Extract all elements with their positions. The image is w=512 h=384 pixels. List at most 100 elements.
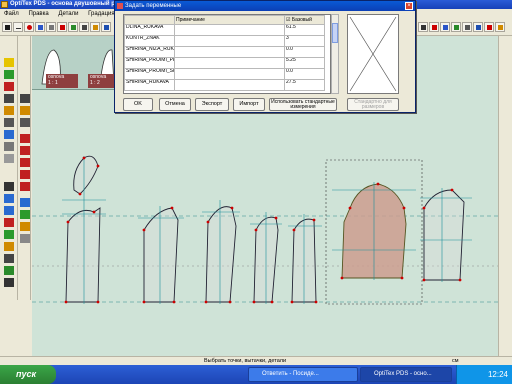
task-optitex[interactable]: OptiTex PDS - осно... bbox=[360, 367, 452, 382]
pattern-piece-7 bbox=[423, 189, 465, 281]
use-standard-button[interactable]: Использовать стандартные измерения bbox=[269, 98, 337, 111]
canvas-top-area bbox=[416, 36, 498, 90]
menu-file[interactable]: Файл bbox=[0, 9, 23, 19]
grain-icon[interactable] bbox=[4, 266, 14, 275]
split-icon[interactable] bbox=[4, 154, 14, 163]
header-name bbox=[124, 15, 175, 25]
mirror-v-icon[interactable] bbox=[20, 182, 30, 191]
menu-pieces[interactable]: Детали bbox=[54, 9, 82, 19]
row-value[interactable]: 3 bbox=[284, 35, 325, 47]
notch-2-icon[interactable] bbox=[20, 118, 30, 127]
zoom-tool-icon[interactable] bbox=[101, 22, 111, 32]
mirror-h-icon[interactable] bbox=[20, 170, 30, 179]
row-name[interactable]: KONTR_ZNAK bbox=[124, 35, 175, 47]
print-icon[interactable] bbox=[462, 22, 472, 32]
row-value[interactable]: 0.0 bbox=[284, 46, 325, 58]
row-note[interactable] bbox=[174, 79, 285, 91]
row-note[interactable] bbox=[174, 35, 285, 47]
close-icon[interactable]: × bbox=[405, 2, 413, 10]
select-arrow-icon[interactable] bbox=[4, 182, 14, 191]
row-note[interactable] bbox=[174, 46, 285, 58]
lock-icon[interactable] bbox=[20, 234, 30, 243]
pan-tool-icon[interactable] bbox=[429, 22, 439, 32]
row-value[interactable]: 5.25 bbox=[284, 57, 325, 69]
row-value[interactable]: 61.5 bbox=[284, 24, 325, 36]
swap-icon[interactable] bbox=[20, 222, 30, 231]
start-button[interactable]: пуск bbox=[0, 365, 56, 384]
layers-icon[interactable] bbox=[451, 22, 461, 32]
point-tool-icon[interactable] bbox=[24, 22, 34, 32]
app-icon bbox=[1, 1, 8, 8]
arc-icon[interactable] bbox=[20, 106, 30, 115]
header-base[interactable]: ☑ Базовый bbox=[284, 15, 325, 25]
seam-icon[interactable] bbox=[4, 94, 14, 103]
cancel-button[interactable]: Отмена bbox=[159, 98, 191, 111]
row-name[interactable]: SHIRINA_RUKAVA bbox=[124, 79, 175, 91]
vertical-icon[interactable] bbox=[20, 134, 30, 143]
row-note[interactable] bbox=[174, 57, 285, 69]
curve-icon[interactable] bbox=[20, 94, 30, 103]
blue-tool-icon[interactable] bbox=[4, 194, 14, 203]
scrollbar-thumb[interactable] bbox=[332, 23, 338, 43]
line-tool-icon[interactable] bbox=[13, 22, 23, 32]
row-value[interactable]: 0.0 bbox=[284, 68, 325, 80]
fold-icon[interactable] bbox=[4, 130, 14, 139]
standard-sizes-button[interactable]: Стандартно для размеров bbox=[347, 98, 399, 111]
row-name[interactable]: DLINA_RUKAVA bbox=[124, 24, 175, 36]
diagonal-icon[interactable] bbox=[20, 158, 30, 167]
canvas-svg bbox=[32, 155, 498, 305]
row-name[interactable]: SHIRINA_PROIMI_PEREDA bbox=[124, 57, 175, 69]
ok-button[interactable]: OK bbox=[123, 98, 153, 111]
grid-icon[interactable] bbox=[20, 198, 30, 207]
row-name[interactable]: SHIRINA_NIZA_RUKAVA bbox=[124, 46, 175, 58]
measure-tool-icon[interactable] bbox=[57, 22, 67, 32]
draw-tool-icon[interactable] bbox=[2, 22, 12, 32]
thumbnail-1-label[interactable]: osnova 1 : 1 bbox=[46, 74, 78, 88]
left-toolbox-2 bbox=[18, 36, 31, 300]
nest-icon[interactable] bbox=[20, 210, 30, 219]
copy-icon[interactable] bbox=[4, 206, 14, 215]
add-point-icon[interactable] bbox=[4, 230, 14, 239]
fit-view-icon[interactable] bbox=[418, 22, 428, 32]
import-button[interactable]: Импорт bbox=[233, 98, 265, 111]
row-note[interactable] bbox=[174, 24, 285, 36]
header-note: Примечание bbox=[174, 15, 285, 25]
trace-icon[interactable] bbox=[4, 142, 14, 151]
dialog-title: Задать переменные bbox=[125, 3, 182, 9]
cut-piece-icon[interactable] bbox=[4, 82, 14, 91]
shape-icon[interactable] bbox=[4, 70, 14, 79]
cut-icon[interactable] bbox=[484, 22, 494, 32]
right-scrollbar[interactable] bbox=[498, 36, 512, 356]
question-icon[interactable] bbox=[4, 278, 14, 287]
table-scrollbar[interactable] bbox=[331, 14, 339, 94]
grid-tool-icon[interactable] bbox=[79, 22, 89, 32]
rotate-tool-icon[interactable] bbox=[68, 22, 78, 32]
work-canvas[interactable] bbox=[32, 90, 498, 356]
app-title: OptiTex PDS - основа двушовный рукав bbox=[10, 1, 129, 7]
thumbnail-2-label[interactable]: osnova 1 : 2 bbox=[88, 74, 114, 88]
paste-icon[interactable] bbox=[495, 22, 505, 32]
mirror-tool-icon[interactable] bbox=[46, 22, 56, 32]
text-icon[interactable] bbox=[4, 254, 14, 263]
dart-icon[interactable] bbox=[4, 106, 14, 115]
start-label: пуск bbox=[16, 369, 37, 379]
pencil-icon[interactable] bbox=[4, 58, 14, 67]
row-name[interactable]: SHIRINA_PROIMI_SPINI bbox=[124, 68, 175, 80]
menu-edit[interactable]: Правка bbox=[24, 9, 52, 19]
horizontal-icon[interactable] bbox=[20, 146, 30, 155]
row-note[interactable] bbox=[174, 68, 285, 80]
color-icon[interactable] bbox=[4, 242, 14, 251]
thumbnail-1-size: 1 : 1 bbox=[48, 80, 58, 86]
grade-tool-icon[interactable] bbox=[90, 22, 100, 32]
task-reply[interactable]: Ответить - Посиде... bbox=[248, 367, 358, 382]
pleat-icon[interactable] bbox=[4, 118, 14, 127]
help-icon[interactable] bbox=[473, 22, 483, 32]
table-row: SHIRINA_PROIMI_PEREDA 5.25 bbox=[124, 57, 325, 69]
delete-icon[interactable] bbox=[4, 218, 14, 227]
notch-tool-icon[interactable] bbox=[35, 22, 45, 32]
export-button[interactable]: Экспорт bbox=[195, 98, 229, 111]
select-all-icon[interactable] bbox=[440, 22, 450, 32]
empty-preview-icon bbox=[349, 16, 397, 92]
pattern-piece-1b bbox=[65, 207, 101, 303]
row-value[interactable]: 27.5 bbox=[284, 79, 325, 91]
